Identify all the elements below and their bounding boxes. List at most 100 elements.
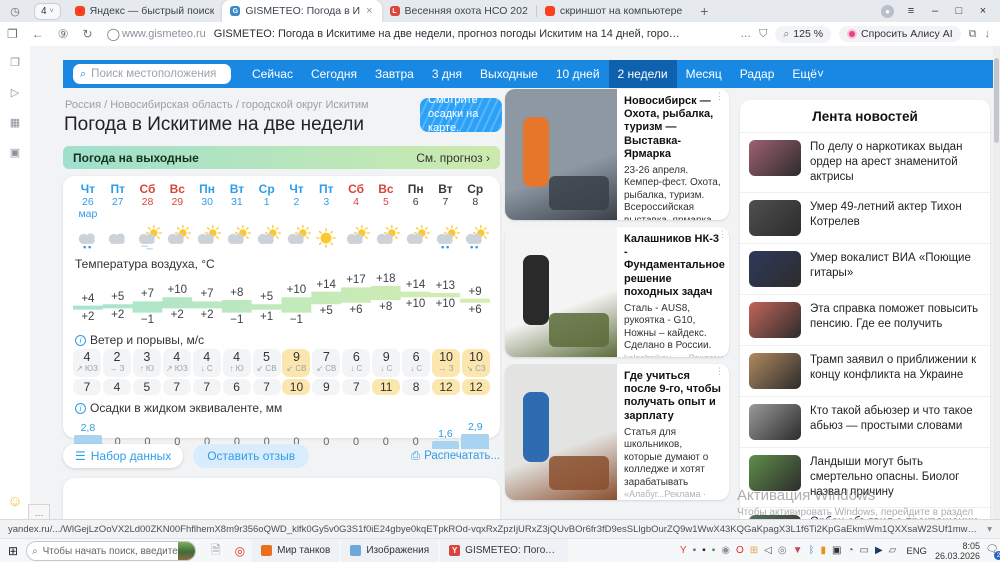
- url-host[interactable]: www.gismeteo.ru: [122, 28, 206, 40]
- ad-card[interactable]: ⋮Где учиться после 9-го, чтобы получать …: [505, 364, 729, 500]
- day-header[interactable]: Вс29: [162, 182, 192, 220]
- location-search-input[interactable]: ⌕ Поиск местоположения: [73, 64, 231, 84]
- day-header[interactable]: Вт31: [222, 182, 252, 220]
- taskbar-app-button[interactable]: Изображения: [341, 539, 438, 562]
- bookmark-icon[interactable]: ⛉: [759, 28, 767, 41]
- news-item[interactable]: Умер 49-летний актер Тихон Котрелев: [740, 193, 990, 244]
- browser-tab[interactable]: скриншот на компьютере: [537, 0, 690, 22]
- panels-icon[interactable]: ⧉: [969, 28, 977, 41]
- wind-cell[interactable]: 4↗ ЮЗ7: [163, 349, 191, 395]
- taskbar-app-button[interactable]: YGISMETEO: Погода...: [440, 539, 568, 562]
- day-header[interactable]: Пт3: [311, 182, 341, 220]
- nav-tab-3 дня[interactable]: 3 дня: [423, 60, 471, 88]
- day-header[interactable]: Сб28: [133, 182, 163, 220]
- shield-tray-icon[interactable]: ▼: [793, 546, 803, 556]
- sidebar-toggle-icon[interactable]: ❐: [7, 27, 18, 41]
- news-item[interactable]: Эта справка поможет повысить пенсию. Где…: [740, 295, 990, 346]
- day-header[interactable]: Ср1: [252, 182, 282, 220]
- notification-center-icon[interactable]: 🗨2: [984, 544, 1000, 558]
- wind-cell[interactable]: 4↑ Ю6: [223, 349, 251, 395]
- speaker-tray-icon[interactable]: ◁: [764, 546, 772, 556]
- browser-menu-icon[interactable]: ≡: [904, 5, 918, 17]
- display-tray-icon[interactable]: ▭: [860, 546, 869, 556]
- nav-tab-Сейчас[interactable]: Сейчас: [243, 60, 302, 88]
- wind-cell[interactable]: 9↙ СВ10: [282, 349, 310, 395]
- day-header[interactable]: Сб4: [341, 182, 371, 220]
- eye-tray-icon[interactable]: ◎: [778, 546, 787, 556]
- more-dots-icon[interactable]: ⋮: [718, 229, 728, 240]
- day-header[interactable]: Вт7: [431, 182, 461, 220]
- download-icon[interactable]: ↓: [985, 28, 991, 40]
- tv-tray-icon[interactable]: ▪: [702, 546, 706, 556]
- wind-cell[interactable]: 6↓ С7: [342, 349, 370, 395]
- nav-tab-2 недели[interactable]: 2 недели: [609, 60, 677, 88]
- ad-source[interactable]: kalashnikov....: [624, 353, 680, 357]
- news-item[interactable]: Умер вокалист ВИА «Поющие гитары»: [740, 244, 990, 295]
- new-tab-button[interactable]: +: [690, 3, 718, 19]
- dataset-button[interactable]: ☰ Набор данных: [63, 444, 183, 468]
- wind-cell[interactable]: 5↙ СВ7: [253, 349, 281, 395]
- tab-close-icon[interactable]: ×: [365, 5, 373, 17]
- window-minimize-button[interactable]: –: [928, 5, 942, 17]
- info-icon[interactable]: i: [75, 335, 86, 346]
- news-item[interactable]: Орбан объявил о прекращении поставок газ…: [740, 508, 990, 519]
- more-dots-icon[interactable]: ⋮: [715, 91, 725, 102]
- ad-card[interactable]: ⋮Новосибирск — Охота, рыбалка, туризм — …: [505, 89, 729, 220]
- bluetooth-tray-icon[interactable]: ᛒ: [808, 546, 814, 556]
- chat-icon[interactable]: ▣: [7, 144, 23, 160]
- wind-cell[interactable]: 2→ З4: [103, 349, 131, 395]
- file-icon[interactable]: 🗎: [211, 541, 221, 562]
- play-tray-icon[interactable]: ▶: [875, 546, 883, 556]
- taskbar-app-button[interactable]: Мир танков: [252, 539, 339, 562]
- day-header[interactable]: Пн6: [401, 182, 431, 220]
- yandex-tray-icon[interactable]: Y: [680, 546, 687, 556]
- scrollbar-thumb[interactable]: [994, 58, 999, 143]
- wind-cell[interactable]: 4↓ С7: [193, 349, 221, 395]
- print-link[interactable]: ⎙ Распечатать...: [411, 450, 500, 463]
- grid-tray-icon[interactable]: ⊞: [750, 546, 758, 556]
- defender-tray-icon[interactable]: ▣: [832, 546, 841, 556]
- page-scrollbar[interactable]: [993, 46, 1000, 519]
- browser-tab[interactable]: Яндекс — быстрый поиск: [67, 0, 223, 22]
- smiley-icon[interactable]: ☺: [7, 493, 23, 509]
- history-clock-icon[interactable]: ◷: [6, 2, 24, 20]
- ad-card[interactable]: ⋮Калашников НК-3 - Фундаментальное решен…: [505, 227, 729, 357]
- news-item[interactable]: По делу о наркотиках выдан ордер на арес…: [740, 133, 990, 193]
- profile-avatar[interactable]: ●: [881, 5, 894, 18]
- opera-tray-icon[interactable]: O: [736, 546, 744, 556]
- opera-icon[interactable]: ◎: [235, 544, 245, 558]
- nav-tab-Сегодня[interactable]: Сегодня: [302, 60, 366, 88]
- nav-tab-10 дней[interactable]: 10 дней: [547, 60, 609, 88]
- wind-cell[interactable]: 10→ З12: [432, 349, 460, 395]
- wind-cell[interactable]: 10↘ СЗ12: [462, 349, 490, 395]
- day-header[interactable]: Чт26 мар: [73, 182, 103, 220]
- nav-tab-Ещё˅[interactable]: Ещё˅: [783, 60, 833, 88]
- day-header[interactable]: Пн30: [192, 182, 222, 220]
- picture-tray-icon[interactable]: ▪: [712, 546, 716, 556]
- zoom-control[interactable]: ⌕ 125 %: [775, 26, 831, 43]
- browser-tab[interactable]: LВесенняя охота НСО 202: [382, 0, 536, 22]
- tab-counter[interactable]: 4 ˅: [34, 3, 61, 20]
- wind-cell[interactable]: 6↓ С8: [402, 349, 430, 395]
- wind-cell[interactable]: 3↑ Ю5: [133, 349, 161, 395]
- search-highlight-image[interactable]: [178, 542, 196, 560]
- nav-tab-Месяц[interactable]: Месяц: [677, 60, 731, 88]
- wind-cell[interactable]: 7↙ СВ9: [312, 349, 340, 395]
- back-icon[interactable]: ←: [32, 27, 44, 41]
- weekend-forecast-link[interactable]: См. прогноз ›: [416, 151, 490, 165]
- wind-cell[interactable]: 4↗ ЮЗ7: [73, 349, 101, 395]
- day-header[interactable]: Пт27: [103, 182, 133, 220]
- day-header[interactable]: Вс5: [371, 182, 401, 220]
- panels-icon[interactable]: ❐: [7, 54, 23, 70]
- window-maximize-button[interactable]: □: [952, 5, 966, 17]
- language-indicator[interactable]: ENG: [906, 546, 927, 557]
- site-badge-icon[interactable]: ◯: [107, 27, 120, 41]
- video-icon[interactable]: ▷: [7, 84, 23, 100]
- nav-tab-Радар[interactable]: Радар: [731, 60, 784, 88]
- browser-tab[interactable]: GGISMETEO: Погода в И×: [222, 0, 381, 22]
- battery-warn-tray-icon[interactable]: ▮: [820, 546, 826, 556]
- more-icon[interactable]: …: [740, 28, 751, 40]
- more-dots-icon[interactable]: ⋮: [715, 366, 725, 377]
- ad-source[interactable]: «Алабуг...: [624, 489, 664, 500]
- accessibility-tray-icon[interactable]: ◔: [847, 546, 853, 556]
